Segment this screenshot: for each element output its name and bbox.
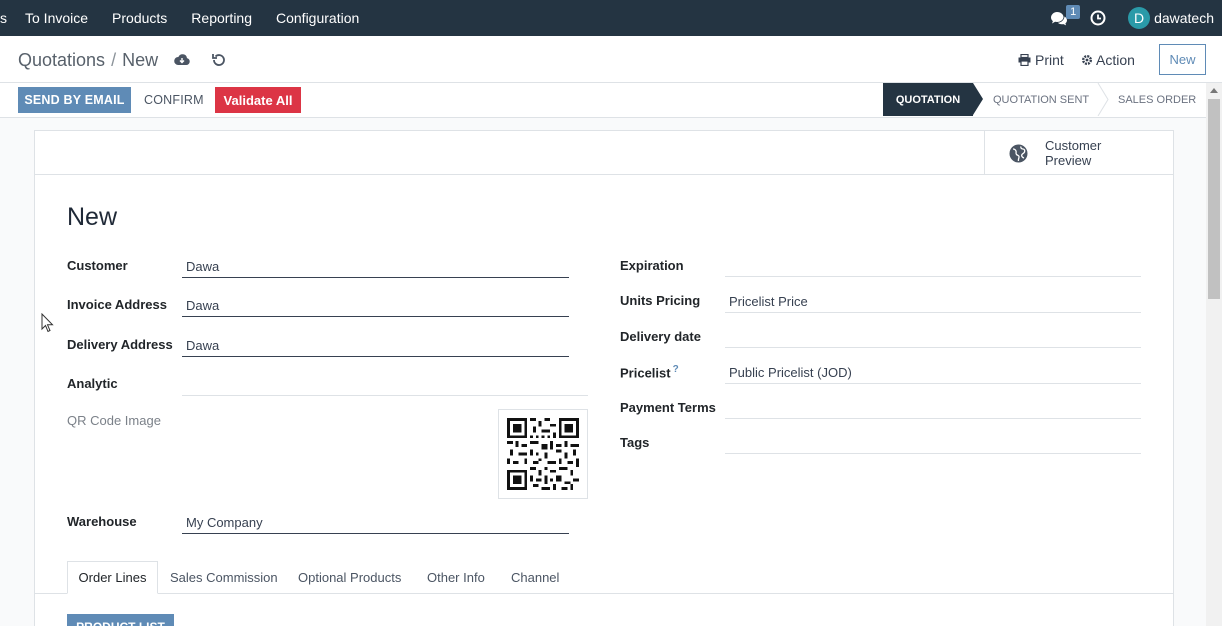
- form-statusbar: SEND BY EMAIL CONFIRM Validate All QUOTA…: [0, 83, 1222, 118]
- validate-all-button[interactable]: Validate All: [215, 87, 301, 113]
- confirm-button[interactable]: CONFIRM: [144, 87, 204, 113]
- send-by-email-button[interactable]: SEND BY EMAIL: [18, 87, 131, 113]
- payment-terms-label: Payment Terms: [620, 400, 716, 415]
- stage-sales-order[interactable]: SALES ORDER: [1118, 83, 1196, 116]
- clock-icon: [1090, 10, 1106, 26]
- main-menu: To Invoice Products Reporting Configurat…: [25, 0, 383, 36]
- print-button[interactable]: Print: [1018, 52, 1064, 68]
- qr-code-image[interactable]: [498, 409, 588, 499]
- delivery-address-field[interactable]: Dawa: [182, 334, 569, 357]
- user-avatar[interactable]: D: [1128, 7, 1151, 29]
- delivery-address-label: Delivery Address: [67, 337, 173, 352]
- pricelist-field[interactable]: Public Pricelist (JOD): [725, 361, 1141, 384]
- stage-quotation[interactable]: QUOTATION: [883, 83, 973, 116]
- new-button[interactable]: New: [1159, 44, 1206, 75]
- record-title: New: [67, 203, 118, 231]
- tags-label: Tags: [620, 435, 650, 450]
- messages-button[interactable]: 1: [1048, 0, 1081, 36]
- user-menu[interactable]: dawatech: [1154, 10, 1214, 26]
- menu-to-invoice[interactable]: To Invoice: [25, 10, 88, 26]
- tab-channel[interactable]: Channel: [511, 561, 559, 594]
- globe-icon: [1009, 144, 1028, 162]
- discard-icon[interactable]: [212, 53, 226, 67]
- page-scrollbar[interactable]: [1206, 83, 1222, 626]
- navbar-systray: 1 D dawatech: [1048, 0, 1222, 36]
- form-sheet: Customer Preview New Customer Dawa Invoi…: [34, 130, 1174, 626]
- tab-sales-commission[interactable]: Sales Commission: [170, 561, 278, 594]
- breadcrumb-separator: /: [111, 50, 117, 70]
- analytic-field[interactable]: [182, 373, 588, 396]
- nav-sliver-text: s: [0, 10, 7, 26]
- customer-preview-label: Customer Preview: [1045, 138, 1102, 168]
- expiration-field[interactable]: [725, 254, 1141, 277]
- control-panel: Quotations / New Print Action New: [0, 36, 1222, 83]
- button-box: Customer Preview: [35, 131, 1173, 175]
- pricelist-label: Pricelist?: [620, 364, 679, 380]
- product-list-button[interactable]: PRODUCT LIST: [67, 614, 174, 626]
- menu-products[interactable]: Products: [112, 10, 167, 26]
- units-pricing-field[interactable]: Pricelist Price: [725, 290, 1141, 313]
- units-pricing-label: Units Pricing: [620, 293, 701, 308]
- tab-order-lines[interactable]: Order Lines: [67, 561, 158, 594]
- print-label: Print: [1035, 52, 1064, 68]
- activity-button[interactable]: [1090, 0, 1110, 36]
- delivery-date-field[interactable]: [725, 325, 1141, 348]
- printer-icon: [1018, 54, 1031, 66]
- breadcrumb-current: New: [122, 50, 159, 70]
- invoice-address-field[interactable]: Dawa: [182, 294, 569, 317]
- breadcrumb-quotations[interactable]: Quotations: [18, 50, 105, 70]
- gear-icon: [1082, 55, 1092, 65]
- messages-count-badge: 1: [1066, 5, 1081, 19]
- qr-code-icon: [507, 418, 579, 490]
- invoice-address-label: Invoice Address: [67, 297, 167, 312]
- menu-reporting[interactable]: Reporting: [191, 10, 252, 26]
- save-cloud-icon[interactable]: [174, 53, 190, 66]
- notebook-tabs: Order Lines Sales Commission Optional Pr…: [35, 561, 1173, 594]
- pricelist-label-text: Pricelist: [620, 365, 671, 381]
- delivery-date-label: Delivery date: [620, 329, 701, 344]
- scroll-thumb[interactable]: [1208, 99, 1220, 299]
- action-button[interactable]: Action: [1081, 52, 1135, 68]
- payment-terms-field[interactable]: [725, 396, 1141, 419]
- customer-field[interactable]: Dawa: [182, 255, 569, 278]
- customer-label: Customer: [67, 258, 128, 273]
- menu-configuration[interactable]: Configuration: [276, 10, 359, 26]
- mouse-cursor-icon: [41, 313, 54, 333]
- breadcrumb: Quotations / New: [18, 50, 158, 71]
- qr-code-label: QR Code Image: [67, 413, 161, 428]
- stage-chevron-icon: [1097, 83, 1109, 116]
- expiration-label: Expiration: [620, 258, 684, 273]
- customer-preview-button[interactable]: Customer Preview: [984, 131, 1173, 175]
- analytic-label: Analytic: [67, 376, 118, 391]
- tab-optional-products[interactable]: Optional Products: [298, 561, 401, 594]
- tags-field[interactable]: [725, 431, 1141, 454]
- top-navbar: s To Invoice Products Reporting Configur…: [0, 0, 1222, 36]
- help-tooltip-icon[interactable]: ?: [673, 364, 679, 375]
- warehouse-field[interactable]: My Company: [182, 511, 569, 534]
- stage-active-arrow: [973, 83, 983, 115]
- tab-other-info[interactable]: Other Info: [427, 561, 485, 594]
- warehouse-label: Warehouse: [67, 514, 137, 529]
- stage-pipeline: QUOTATION QUOTATION SENT SALES ORDER: [883, 83, 1205, 117]
- action-label: Action: [1096, 52, 1135, 68]
- scroll-up-icon[interactable]: [1210, 88, 1218, 93]
- stage-quotation-sent[interactable]: QUOTATION SENT: [993, 83, 1089, 116]
